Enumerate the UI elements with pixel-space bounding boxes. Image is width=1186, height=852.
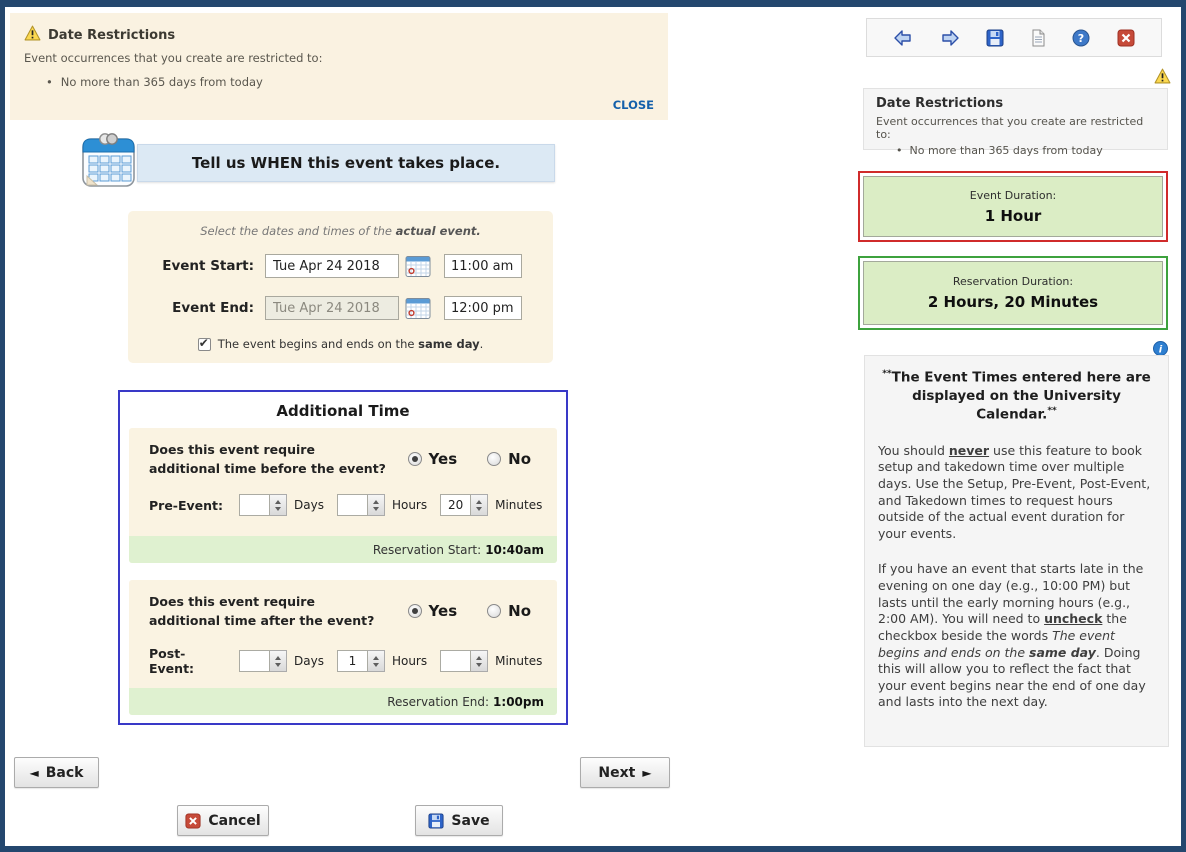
event-start-label: Event Start: [128,258,254,274]
pre-minutes-input[interactable] [440,494,471,516]
pre-hours-input[interactable] [337,494,368,516]
back-arrow-icon[interactable] [893,29,913,47]
post-hours-input[interactable] [337,650,368,672]
event-end-calendar-button[interactable] [405,297,431,320]
info-panel: **The Event Times entered here are displ… [864,355,1169,747]
save-button[interactable]: Save [415,805,503,836]
close-link[interactable]: CLOSE [613,98,654,112]
date-restrictions-notice: Date Restrictions Event occurrences that… [10,13,668,120]
pre-no-radio[interactable] [487,452,501,466]
calendar-icon [80,131,138,189]
document-icon[interactable] [1030,29,1046,47]
when-banner-title: Tell us WHEN this event takes place. [192,154,500,172]
post-no-radio[interactable] [487,604,501,618]
sidebar-warning-icon [1154,68,1171,88]
close-icon[interactable] [1117,29,1135,47]
pre-yes-label: Yes [429,450,458,468]
event-start-date-input[interactable] [265,254,399,278]
notice-bullet: No more than 365 days from today [46,75,263,89]
pre-yes-radio[interactable] [408,452,422,466]
same-day-row: The event begins and ends on the same da… [128,337,553,351]
notice-subtitle: Event occurrences that you create are re… [24,51,322,65]
event-end-date-input [265,296,399,320]
event-end-label: Event End: [128,300,254,316]
pre-event-panel: Does this event require additional time … [129,428,557,563]
cancel-button[interactable]: Cancel [177,805,269,836]
same-day-label: The event begins and ends on the same da… [218,337,484,351]
next-button[interactable]: Next ► [580,757,670,788]
additional-time-section: Additional Time Does this event require … [118,390,568,725]
pre-minutes-unit: Minutes [495,498,542,512]
reservation-duration-value: 2 Hours, 20 Minutes [928,293,1098,311]
event-duration-label: Event Duration: [970,189,1057,202]
back-button[interactable]: ◄ Back [14,757,99,788]
sidebar-restrictions-subtitle: Event occurrences that you create are re… [876,115,1155,141]
when-banner: Tell us WHEN this event takes place. [137,144,555,182]
pre-days-input[interactable] [239,494,270,516]
warning-icon [24,25,41,45]
info-paragraph-2: If you have an event that starts late in… [878,561,1155,711]
sidebar-restrictions-bullet: No more than 365 days from today [896,144,1155,157]
post-event-panel: Does this event require additional time … [129,580,557,715]
post-hours-unit: Hours [392,654,427,668]
svg-text:i: i [1159,345,1163,356]
post-event-question: Does this event require additional time … [149,593,374,631]
event-end-time-input[interactable] [444,296,522,320]
post-minutes-input[interactable] [440,650,471,672]
post-minutes-unit: Minutes [495,654,542,668]
post-yes-radio[interactable] [408,604,422,618]
pre-days-unit: Days [294,498,324,512]
pre-hours-unit: Hours [392,498,427,512]
reservation-duration-box: Reservation Duration: 2 Hours, 20 Minute… [858,256,1168,330]
help-icon[interactable]: ? [1072,29,1090,47]
post-event-label: Post-Event: [149,646,226,676]
post-days-unit: Days [294,654,324,668]
back-arrow-icon: ◄ [30,766,39,780]
reservation-duration-label: Reservation Duration: [953,275,1073,288]
cancel-x-icon [185,813,201,829]
post-event-field-row: Post-Event: Days Hours Minutes [149,646,542,676]
pre-minutes-spinner[interactable] [471,494,488,516]
svg-text:?: ? [1078,32,1084,45]
event-start-row: Event Start: [128,254,553,278]
toolbar: ? [866,18,1162,57]
post-yes-label: Yes [429,602,458,620]
post-days-input[interactable] [239,650,270,672]
post-hours-spinner[interactable] [368,650,385,672]
notice-header: Date Restrictions [24,25,175,45]
event-duration-value: 1 Hour [985,207,1042,225]
pre-no-label: No [508,450,531,468]
pre-event-field-row: Pre-Event: Days Hours Minutes [149,494,542,516]
pre-days-spinner[interactable] [270,494,287,516]
post-no-label: No [508,602,531,620]
event-scheduler-page: Date Restrictions Event occurrences that… [0,0,1186,852]
same-day-checkbox[interactable] [198,338,211,351]
sidebar-restrictions-title: Date Restrictions [876,96,1155,111]
pre-event-radios: Yes No [408,450,531,468]
sidebar-date-restrictions: Date Restrictions Event occurrences that… [863,88,1168,150]
save-floppy-icon [428,813,444,829]
reservation-end-bar: Reservation End:1:00pm [129,688,557,715]
info-paragraph-1: You should never use this feature to boo… [878,443,1155,543]
post-event-radios: Yes No [408,602,531,620]
event-duration-box: Event Duration: 1 Hour [858,171,1168,242]
additional-time-title: Additional Time [120,402,566,420]
reservation-start-bar: Reservation Start:10:40am [129,536,557,563]
save-icon[interactable] [986,29,1004,47]
event-end-row: Event End: [128,296,553,320]
post-minutes-spinner[interactable] [471,650,488,672]
info-title: **The Event Times entered here are displ… [878,368,1155,424]
pre-hours-spinner[interactable] [368,494,385,516]
post-days-spinner[interactable] [270,650,287,672]
notice-title: Date Restrictions [48,28,175,43]
next-arrow-icon: ► [642,766,651,780]
pre-event-label: Pre-Event: [149,498,226,513]
event-times-panel: Select the dates and times of the actual… [128,211,553,363]
instruction-text: Select the dates and times of the actual… [128,224,553,238]
pre-event-question: Does this event require additional time … [149,441,386,479]
event-start-calendar-button[interactable] [405,255,431,278]
forward-arrow-icon[interactable] [940,29,960,47]
event-start-time-input[interactable] [444,254,522,278]
